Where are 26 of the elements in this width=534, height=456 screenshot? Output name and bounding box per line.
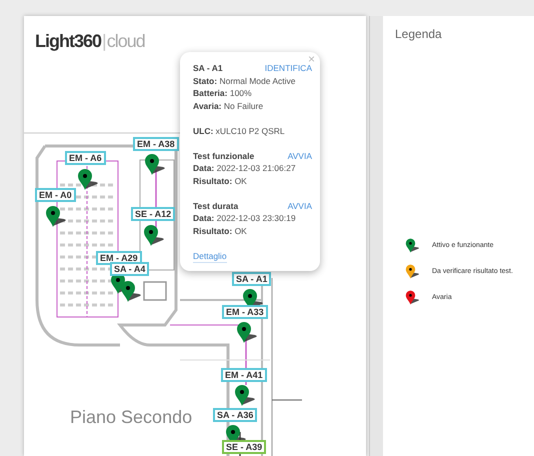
test-result: Risultato: OK xyxy=(193,174,248,187)
status-field: Avaria: No Failure xyxy=(193,100,312,112)
marker-label[interactable]: SA - A1 xyxy=(232,272,272,286)
marker-label[interactable]: SA - A36 xyxy=(213,408,258,422)
logo-separator: | xyxy=(102,31,106,51)
test-date: Data: 2022-12-03 23:30:19 xyxy=(193,212,297,224)
status-field: Stato: Normal Mode Active xyxy=(193,74,312,87)
marker-label[interactable]: EM - A6 xyxy=(65,151,106,165)
device-title: SA - A1 xyxy=(193,62,223,74)
floor-name: Piano Secondo xyxy=(70,406,192,429)
marker-label[interactable]: EM - A38 xyxy=(133,137,179,151)
marker-label[interactable]: EM - A41 xyxy=(221,368,267,382)
test-name: Test funzionale xyxy=(193,150,254,162)
status-field: Batteria: 100% xyxy=(193,87,312,100)
test-result: Risultato: OK xyxy=(193,224,248,237)
test-name: Test durata xyxy=(193,200,238,212)
marker-label[interactable]: SE - A12 xyxy=(131,207,176,221)
ulc-field: ULC: xULC10 P2 QSRL xyxy=(193,124,312,137)
marker-label[interactable]: SE - A39 xyxy=(222,440,266,454)
logo-text: Light360 xyxy=(35,31,102,51)
marker-label[interactable]: EM - A33 xyxy=(222,305,268,319)
logo-text: cloud xyxy=(106,31,145,51)
marker-label[interactable]: EM - A0 xyxy=(35,188,76,202)
marker-label[interactable]: SA - A4 xyxy=(110,262,150,276)
test-date: Data: 2022-12-03 21:06:27 xyxy=(193,162,297,174)
legend-title: Legenda xyxy=(395,26,442,43)
